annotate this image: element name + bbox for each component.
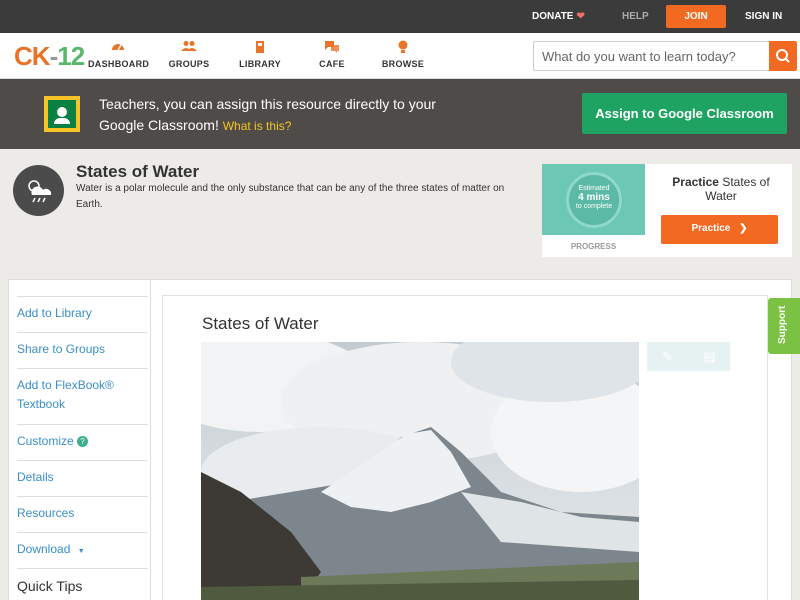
nav-browse[interactable]: BROWSE [381, 40, 425, 69]
nav-label: BROWSE [381, 59, 425, 69]
help-icon[interactable]: ? [77, 436, 89, 447]
download-label: Download [17, 542, 71, 556]
weather-icon [13, 165, 64, 216]
sidebar-item-resources[interactable]: Resources [17, 496, 148, 533]
google-classroom-icon [44, 96, 80, 132]
content-title: States of Water [202, 314, 319, 333]
nav-label: DASHBOARD [88, 59, 150, 69]
sidebar-item-customize[interactable]: Customize ? [17, 424, 148, 461]
concept-description: Water is a polar molecule and the only s… [76, 183, 505, 210]
nav-label: CAFE [319, 59, 345, 69]
join-button[interactable]: JOIN [666, 5, 726, 28]
chevron-right-icon: ❯ [739, 223, 748, 234]
to-complete-label: to complete [575, 203, 613, 210]
nav-groups[interactable]: GROUPS [168, 40, 210, 69]
content-tools: ✎ ▤ [647, 342, 730, 371]
logo-ck: CK [14, 41, 51, 71]
top-bar: DONATE ❤ HELP JOIN SIGN IN [0, 0, 800, 33]
progress-label: PROGRESS [570, 242, 617, 251]
nav-label: GROUPS [168, 59, 210, 69]
practice-button[interactable]: Practice ❯ [661, 215, 778, 244]
notes-icon[interactable]: ▤ [689, 342, 730, 371]
assign-google-classroom-button[interactable]: Assign to Google Classroom [582, 93, 787, 134]
ck12-logo[interactable]: CK-12 [14, 41, 85, 72]
sidebar-item-share-to-groups[interactable]: Share to Groups [17, 332, 148, 369]
nav-label: LIBRARY [239, 59, 281, 69]
heart-icon: ❤ [576, 11, 585, 22]
estimated-mins: 4 mins [578, 192, 610, 203]
nav-library[interactable]: LIBRARY [238, 40, 282, 69]
sidebar-item-details[interactable]: Details [17, 460, 148, 497]
donate-label: DONATE [532, 11, 574, 22]
logo-12: 12 [57, 41, 85, 71]
support-tab[interactable]: Support [768, 298, 800, 354]
library-icon [238, 40, 282, 55]
search-icon [776, 49, 790, 63]
what-is-this-link[interactable]: What is this? [223, 119, 292, 133]
sidebar-item-add-to-library[interactable]: Add to Library [17, 296, 148, 333]
groups-icon [168, 40, 210, 55]
practice-button-label: Practice [691, 223, 731, 234]
search-input[interactable]: What do you want to learn today? [533, 41, 770, 71]
nav-cafe[interactable]: CAFE [316, 40, 348, 69]
pencil-icon[interactable]: ✎ [647, 342, 688, 371]
estimated-time-badge: Estimated 4 mins to complete [566, 172, 622, 228]
quick-tips-heading: Quick Tips [17, 568, 148, 600]
support-label: Support [777, 305, 788, 344]
estimated-label: Estimated [578, 185, 610, 192]
donate-link[interactable]: DONATE ❤ [532, 0, 585, 33]
nav-dashboard[interactable]: DASHBOARD [88, 40, 150, 69]
customize-label: Customize [17, 434, 74, 448]
cafe-icon [316, 40, 348, 55]
dashboard-icon [88, 40, 148, 55]
practice-title: Practice States of Water [660, 175, 782, 203]
sidebar-item-add-to-flexbook[interactable]: Add to FlexBook® Textbook [17, 368, 148, 425]
chevron-down-icon: ▼ [77, 548, 85, 555]
mountain-photo [201, 342, 639, 600]
search-button[interactable] [769, 41, 797, 71]
sidebar-item-download[interactable]: Download ▼ [17, 532, 148, 569]
sign-in-link[interactable]: SIGN IN [745, 0, 782, 33]
concept-title: States of Water [76, 162, 200, 181]
practice-title-bold: Practice [672, 175, 719, 189]
banner-text: Teachers, you can assign this resource d… [99, 94, 459, 137]
help-link[interactable]: HELP [622, 0, 649, 33]
browse-icon [381, 40, 425, 55]
sidebar: Add to Library Share to Groups Add to Fl… [8, 279, 151, 600]
